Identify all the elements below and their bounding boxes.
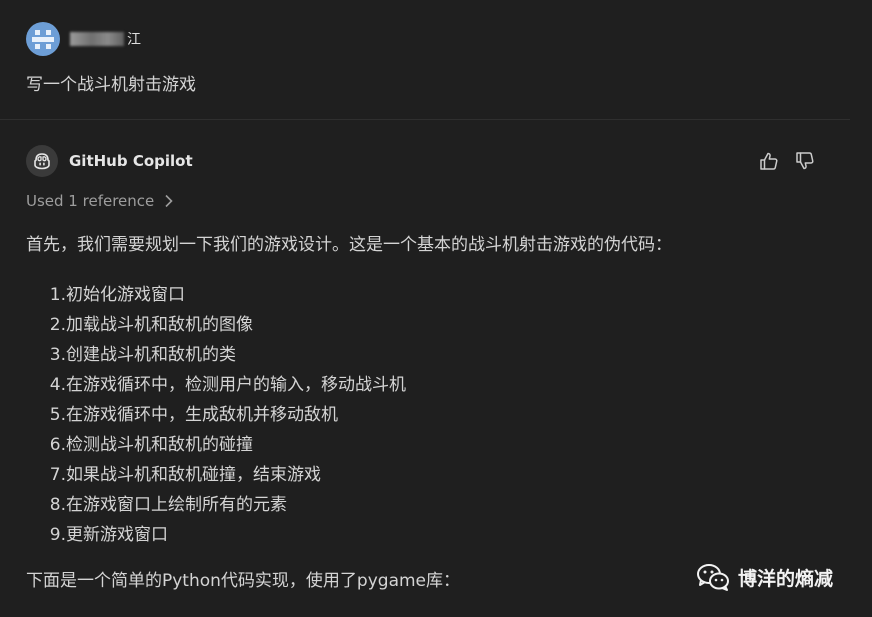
username-visible-char: 江 xyxy=(127,32,141,48)
list-item: 2.加载战斗机和敌机的图像 xyxy=(49,315,253,335)
assistant-name: GitHub Copilot xyxy=(69,152,193,170)
response-header: GitHub Copilot xyxy=(26,144,193,178)
thumbs-up-button[interactable] xyxy=(756,148,782,174)
user-message: 写一个战斗机射击游戏 xyxy=(26,75,196,95)
username: 江 xyxy=(70,29,141,49)
watermark: 博洋的熵减 xyxy=(696,562,833,592)
list-item: 4.在游戏循环中，检测用户的输入，移动战斗机 xyxy=(49,375,406,395)
thumbs-down-icon xyxy=(796,152,814,170)
list-item: 3.创建战斗机和敌机的类 xyxy=(49,345,236,365)
used-references-label: Used 1 reference xyxy=(26,192,155,210)
chat-panel: 江 写一个战斗机射击游戏 GitHub Copilot Used 1 refer… xyxy=(0,0,851,617)
copilot-icon xyxy=(26,145,58,177)
response-outro: 下面是一个简单的Python代码实现，使用了pygame库： xyxy=(26,571,461,591)
redacted-username xyxy=(70,32,124,46)
pixel-avatar-icon xyxy=(26,22,60,56)
list-item: 6.检测战斗机和敌机的碰撞 xyxy=(49,435,253,455)
response-intro: 首先，我们需要规划一下我们的游戏设计。这是一个基本的战斗机射击游戏的伪代码： xyxy=(26,235,672,255)
message-divider xyxy=(0,119,850,120)
list-item: 8.在游戏窗口上绘制所有的元素 xyxy=(49,495,287,515)
scrollbar[interactable] xyxy=(850,0,872,617)
watermark-text: 博洋的熵减 xyxy=(738,567,834,590)
list-item: 9.更新游戏窗口 xyxy=(49,525,168,545)
list-item: 1.初始化游戏窗口 xyxy=(49,285,185,305)
request-header: 江 xyxy=(26,22,141,56)
thumbs-up-icon xyxy=(760,152,778,170)
list-item: 5.在游戏循环中，生成敌机并移动敌机 xyxy=(49,405,338,425)
chevron-right-icon xyxy=(165,194,173,208)
used-references-toggle[interactable]: Used 1 reference xyxy=(26,192,174,210)
list-item: 7.如果战斗机和敌机碰撞，结束游戏 xyxy=(49,465,321,485)
thumbs-down-button[interactable] xyxy=(792,148,818,174)
pseudocode-steps: 1.初始化游戏窗口 2.加载战斗机和敌机的图像 3.创建战斗机和敌机的类 4.在… xyxy=(26,280,406,550)
wechat-icon xyxy=(697,564,729,591)
